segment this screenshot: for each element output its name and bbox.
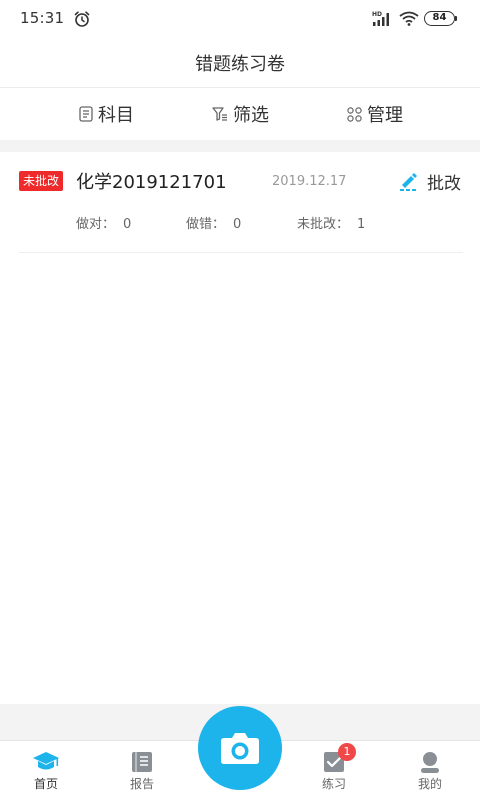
status-time: 15:31: [20, 9, 65, 27]
item-divider: [19, 252, 463, 253]
status-bar: 15:31 HD 84: [0, 0, 480, 38]
stat-correct-label: 做对：: [76, 217, 116, 232]
page-title: 错题练习卷: [195, 54, 285, 75]
nav-practice[interactable]: 1 练习: [294, 741, 374, 801]
filter-icon: [212, 107, 227, 121]
stat-wrong-value: 0: [233, 217, 242, 232]
battery-indicator: 84: [424, 11, 455, 26]
status-badge: 未批改: [19, 171, 64, 191]
paper-list-item[interactable]: 未批改 化学2019121701 2019.12.17 批改 做对： 0 做错： 0…: [0, 152, 480, 253]
subject-icon: [79, 106, 93, 122]
screen-filter-button[interactable]: 筛选: [212, 102, 269, 126]
home-cap-icon: [33, 752, 59, 770]
nav-mine-label: 我的: [417, 777, 442, 791]
svg-text:HD: HD: [372, 11, 382, 18]
nav-report[interactable]: 报告: [102, 741, 182, 801]
section-divider: [0, 140, 480, 152]
manage-label: 管理: [367, 105, 403, 126]
camera-icon: [221, 733, 259, 764]
nav-home[interactable]: 首页: [6, 741, 86, 801]
paper-list: 未批改 化学2019121701 2019.12.17 批改 做对： 0 做错： 0…: [0, 152, 480, 704]
stat-unmarked-label: 未批改：: [297, 217, 350, 232]
nav-report-label: 报告: [129, 777, 154, 791]
screen-filter-label: 筛选: [233, 105, 269, 126]
profile-icon: [421, 752, 439, 773]
stat-wrong-label: 做错：: [186, 217, 226, 232]
wifi-icon: [399, 11, 419, 26]
battery-tip: [455, 16, 457, 21]
correct-button-label: 批改: [427, 173, 461, 194]
alarm-icon: [74, 11, 90, 27]
practice-badge: 1: [338, 743, 356, 761]
nav-home-label: 首页: [33, 777, 58, 791]
title-bar: 错题练习卷: [0, 38, 480, 88]
stat-correct-value: 0: [123, 217, 132, 232]
correct-button[interactable]: 批改: [399, 168, 461, 194]
nav-mine[interactable]: 我的: [390, 741, 470, 801]
manage-button[interactable]: 管理: [347, 102, 403, 126]
paper-title: 化学2019121701: [76, 172, 227, 193]
subject-filter-button[interactable]: 科目: [79, 102, 134, 126]
stat-unmarked-value: 1: [357, 217, 366, 232]
pen-icon: [400, 173, 417, 191]
stat-wrong: 做错： 0: [186, 213, 241, 232]
grid-icon: [347, 106, 362, 122]
stat-correct: 做对： 0: [76, 213, 131, 232]
nav-practice-label: 练习: [321, 777, 346, 791]
signal-icon: HD: [372, 11, 389, 26]
camera-button[interactable]: [198, 706, 282, 790]
report-book-icon: [132, 752, 152, 772]
subject-filter-label: 科目: [98, 105, 134, 126]
stat-unmarked: 未批改： 1: [297, 213, 365, 232]
paper-date: 2019.12.17: [272, 174, 347, 189]
filter-bar: 科目 筛选 管理: [0, 88, 480, 140]
